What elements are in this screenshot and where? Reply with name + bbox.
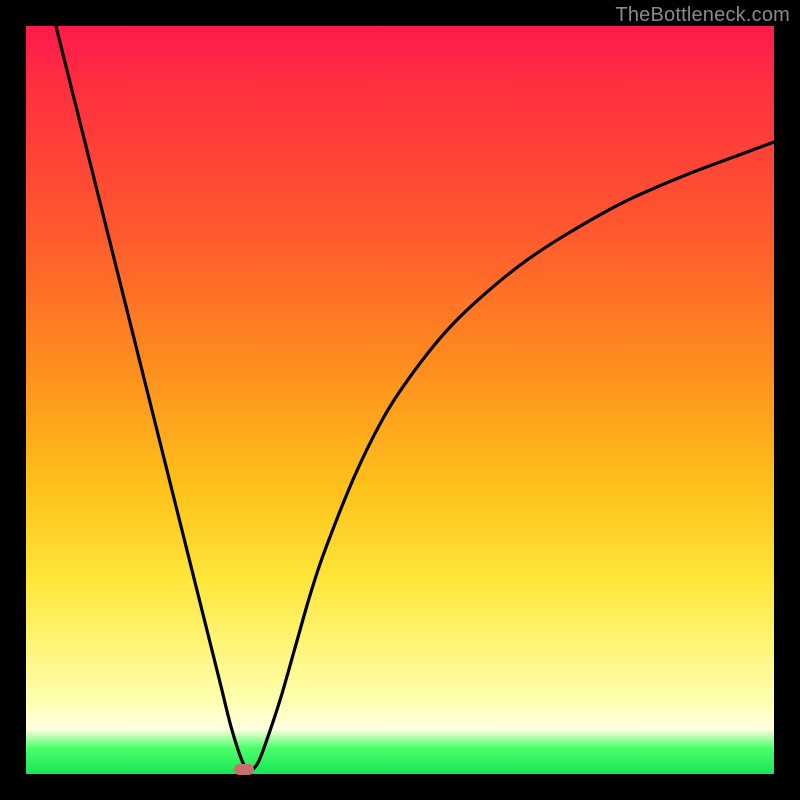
watermark-text: TheBottleneck.com (615, 4, 790, 27)
chart-frame: TheBottleneck.com (0, 0, 800, 800)
optimum-marker (234, 764, 254, 775)
bottleneck-curve (26, 26, 774, 774)
plot-area (26, 26, 774, 774)
